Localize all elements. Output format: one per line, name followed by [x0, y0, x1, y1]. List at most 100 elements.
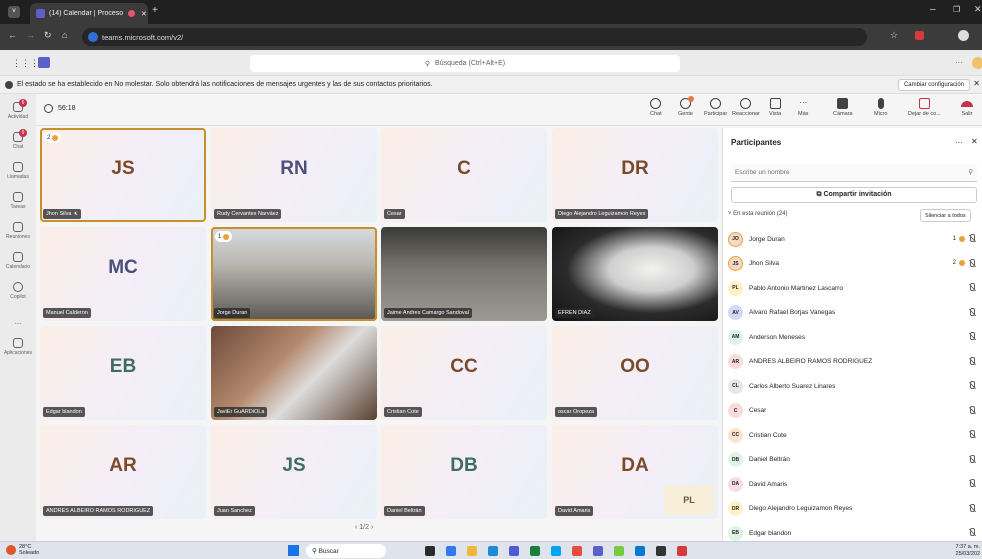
- chat-button[interactable]: Chat: [650, 98, 662, 117]
- participant-tile[interactable]: C Cesar: [381, 128, 547, 222]
- participant-tile[interactable]: 2 JS Jhon Silva 🔇︎: [40, 128, 206, 222]
- participant-tile[interactable]: DR Diego Alejandro Leguizamon Reyes: [552, 128, 718, 222]
- rail-item-tasks[interactable]: Tareas: [0, 186, 36, 216]
- back-icon[interactable]: ←: [8, 30, 17, 40]
- in-meeting-section[interactable]: ˅ En esta reunión (24): [728, 211, 788, 217]
- rail-item-activity[interactable]: 6 Actividad: [0, 96, 36, 126]
- panel-title: Participantes: [731, 138, 782, 147]
- taskbar-app-icon[interactable]: [593, 546, 603, 556]
- maximize-icon[interactable]: ❐: [953, 5, 960, 14]
- rail-item-meetings[interactable]: Reuniones: [0, 216, 36, 246]
- leave-button[interactable]: Salir: [961, 98, 973, 117]
- participant-row[interactable]: AM Anderson Meneses: [728, 326, 980, 348]
- search-icon: ⚲: [312, 548, 319, 555]
- mic-button[interactable]: Micro: [874, 98, 887, 117]
- url-bar[interactable]: teams.microsoft.com/v2/: [82, 28, 867, 46]
- star-icon[interactable]: ☆: [890, 30, 898, 41]
- rail-item-calls[interactable]: Llamadas: [0, 156, 36, 186]
- new-tab-icon[interactable]: +: [152, 5, 158, 16]
- participant-row[interactable]: PL Pablo Antonio Martinez Lascarro: [728, 277, 980, 299]
- notice-close-icon[interactable]: ✕: [973, 79, 980, 88]
- taskbar-app-icon[interactable]: [530, 546, 540, 556]
- more-button[interactable]: ··· Más: [798, 98, 808, 117]
- taskbar-app-icon[interactable]: [614, 546, 624, 556]
- reload-icon[interactable]: ↻: [44, 30, 52, 41]
- more-options-icon[interactable]: ···: [955, 58, 963, 67]
- recording-icon: [128, 10, 135, 17]
- participant-row[interactable]: C Cesar: [728, 400, 980, 422]
- participant-tile[interactable]: AR ANDRES ALBEIRO RAMOS RODRIGUEZ: [40, 425, 206, 519]
- taskbar-app-icon[interactable]: [488, 546, 498, 556]
- participant-row[interactable]: CC Cristian Cote: [728, 424, 980, 446]
- search-box[interactable]: ⚲ Búsqueda (Ctrl+Alt+E): [250, 55, 680, 72]
- user-avatar[interactable]: [972, 57, 982, 69]
- participant-tile[interactable]: DA David Amaris PL: [552, 425, 718, 519]
- taskbar-app-icon[interactable]: [677, 546, 687, 556]
- taskbar-app-icon[interactable]: [551, 546, 561, 556]
- profile-icon[interactable]: [958, 30, 969, 41]
- view-button[interactable]: Vista: [769, 98, 781, 117]
- raise-button[interactable]: Participar: [704, 98, 727, 117]
- participant-row[interactable]: DR Diego Alejandro Leguizamon Reyes: [728, 498, 980, 520]
- app-launcher-icon[interactable]: ⋮⋮⋮: [12, 58, 39, 69]
- close-window-icon[interactable]: ✕: [974, 4, 982, 15]
- react-button[interactable]: Reaccionar: [732, 98, 760, 117]
- hand-order: 2: [952, 260, 956, 266]
- mute-all-button[interactable]: Silenciar a todos: [920, 209, 971, 222]
- panel-close-icon[interactable]: ✕: [971, 137, 978, 146]
- share-invite-button[interactable]: ⧉ Compartir invitación: [731, 187, 977, 203]
- browser-menu-icon[interactable]: ˅: [8, 6, 20, 18]
- rail-item-calendar[interactable]: Calendario: [0, 246, 36, 276]
- tab-close-icon[interactable]: ✕: [141, 10, 147, 18]
- rail-label: Copilot: [10, 294, 26, 300]
- home-icon[interactable]: ⌂: [62, 30, 67, 40]
- participant-row[interactable]: AR ANDRES ALBEIRO RAMOS RODRIGUEZ: [728, 351, 980, 373]
- stop-sharing-button[interactable]: Dejar de co...: [908, 98, 941, 117]
- camera-button[interactable]: Cámara: [833, 98, 853, 117]
- forward-icon[interactable]: →: [26, 30, 35, 40]
- participant-video-tile[interactable]: EFREN DIAZ: [552, 227, 718, 321]
- rail-item-copilot[interactable]: Copilot: [0, 276, 36, 306]
- participant-tile[interactable]: RN Rudy Cervantes Narváez: [211, 128, 377, 222]
- windows-start-icon[interactable]: [288, 545, 299, 556]
- taskbar-search[interactable]: ⚲ Buscar: [306, 544, 386, 558]
- rail-item-apps[interactable]: Aplicaciones: [0, 332, 36, 362]
- rail-item-chat[interactable]: 9 Chat: [0, 126, 36, 156]
- participant-name: Cesar: [749, 407, 767, 414]
- clock[interactable]: 7:37 a. m. 25/03/202: [940, 544, 980, 557]
- taskbar-app-icon[interactable]: [425, 546, 435, 556]
- taskbar-app-icon[interactable]: [467, 546, 477, 556]
- participant-video-tile[interactable]: 1 Jorge Duran: [211, 227, 377, 321]
- participant-tile[interactable]: OO oscar Oropeza: [552, 326, 718, 420]
- participant-row[interactable]: JS Jhon Silva 2: [728, 253, 980, 275]
- participant-video-tile[interactable]: JaviEr GuARDiOLa: [211, 326, 377, 420]
- participant-tile[interactable]: MC Manuel Calderon: [40, 227, 206, 321]
- participant-search-input[interactable]: Escribe un nombre ⚲: [731, 164, 977, 182]
- taskbar-app-icon[interactable]: [572, 546, 582, 556]
- extension-icon[interactable]: [915, 31, 924, 40]
- people-button[interactable]: Gente: [678, 96, 694, 117]
- participant-tile[interactable]: CC Cristian Cote: [381, 326, 547, 420]
- grid-pager[interactable]: ‹ 1/2 ›: [355, 524, 373, 531]
- change-settings-button[interactable]: Cambiar configuración: [897, 79, 970, 91]
- weather-widget[interactable]: 28°C Soleado: [6, 544, 39, 556]
- participant-row[interactable]: AV Alvaro Rafael Borjas Vanegas: [728, 302, 980, 324]
- mic-icon: [877, 98, 884, 109]
- taskbar-app-icon[interactable]: [446, 546, 456, 556]
- participant-video-tile[interactable]: Jaime Andres Camargo Sandoval: [381, 227, 547, 321]
- participant-tile[interactable]: EB Edgar blandon: [40, 326, 206, 420]
- panel-more-icon[interactable]: ···: [955, 138, 963, 147]
- browser-tab[interactable]: (14) Calendar | Proceso con ✕: [30, 3, 148, 24]
- minimize-icon[interactable]: –: [930, 4, 936, 15]
- self-view-tile[interactable]: PL: [664, 485, 714, 515]
- participant-tile[interactable]: DB Daniel Beltrán: [381, 425, 547, 519]
- taskbar-app-icon[interactable]: [635, 546, 645, 556]
- participant-tile[interactable]: JS Juan Sanchez: [211, 425, 377, 519]
- site-info-icon[interactable]: [88, 32, 98, 42]
- participant-row[interactable]: DB Daniel Beltrán: [728, 449, 980, 471]
- taskbar-app-icon[interactable]: [656, 546, 666, 556]
- participant-row[interactable]: DA David Amaris: [728, 473, 980, 495]
- taskbar-app-icon[interactable]: [509, 546, 519, 556]
- participant-row[interactable]: JO Jorge Duran 1: [728, 228, 980, 250]
- participant-row[interactable]: CL Carlos Alberto Suarez Linares: [728, 375, 980, 397]
